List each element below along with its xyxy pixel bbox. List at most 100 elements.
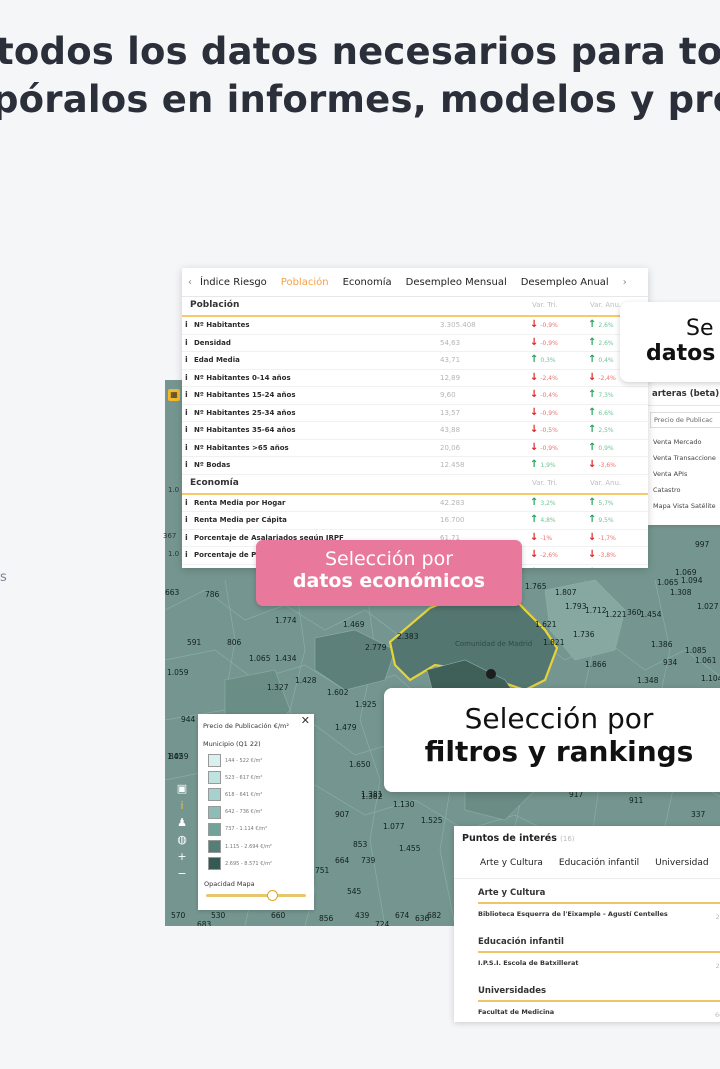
map-edge-number: 367	[163, 532, 177, 540]
var-anu-value: -3,8%	[598, 552, 616, 559]
map-price-label: 1.065	[249, 654, 271, 663]
arrow-up-icon: ↑	[588, 389, 597, 400]
layer-option[interactable]: Venta Mercado	[648, 432, 720, 452]
legend-close-icon[interactable]: ✕	[301, 714, 310, 727]
var-tri-value: -0,4%	[540, 392, 558, 399]
info-icon[interactable]: i	[174, 797, 190, 814]
var-tri-value: -0,9%	[540, 322, 558, 329]
callout-line-1: Selección por	[464, 702, 654, 735]
info-icon[interactable]: i	[185, 408, 188, 417]
tab-economia[interactable]: Economía	[343, 277, 392, 288]
legend-item: 618 - 641 €/m²	[198, 786, 314, 803]
legend-label: 2.695 - 8.571 €/m²	[225, 860, 272, 867]
var-anu: ↑ 2,6%	[588, 337, 614, 348]
var-tri: ↑ 0,3%	[530, 354, 556, 365]
tabs-prev-icon[interactable]: ‹	[188, 277, 192, 288]
map-price-label: 1.866	[585, 660, 607, 669]
info-icon[interactable]: i	[185, 515, 188, 524]
row-label: Nº Habitantes 15-24 años	[194, 391, 296, 399]
info-icon[interactable]: i	[185, 498, 188, 507]
zoom-in-icon[interactable]: +	[174, 848, 190, 865]
row-value: 12.458	[440, 461, 465, 469]
map-price-label: 337	[691, 810, 706, 819]
arrow-down-icon: ↓	[530, 336, 539, 348]
map-price-label: 842	[169, 752, 184, 761]
indicator-tabs: ‹ Índice Riesgo Población Economía Desem…	[182, 268, 648, 297]
zoom-out-icon[interactable]: −	[174, 865, 190, 882]
var-tri: ↓ -1%	[530, 532, 552, 543]
layer-option[interactable]: Venta APIs	[648, 468, 720, 484]
poi-item[interactable]: Facultat de Medicina 66 r	[478, 1008, 720, 1022]
legend-item: 642 - 736 €/m²	[198, 804, 314, 821]
var-tri-value: -2,4%	[540, 374, 558, 382]
tabs-next-icon[interactable]: ›	[623, 277, 627, 288]
table-row[interactable]: i Nº Bodas 12.458 ↑ 1,9% ↓ -3,6%	[182, 457, 648, 475]
info-icon[interactable]: i	[185, 320, 188, 329]
var-anu-value: -2,4%	[598, 374, 616, 382]
row-value: 13,57	[440, 408, 461, 417]
poi-item-name: Facultat de Medicina	[478, 1008, 555, 1016]
callout-datos-economicos: Selección por datos económicos	[256, 540, 522, 606]
var-anu: ↑ 0,9%	[588, 442, 614, 453]
tab-desempleo-anual[interactable]: Desempleo Anual	[521, 277, 609, 288]
info-icon[interactable]: i	[185, 390, 188, 399]
map-price-label: 856	[319, 914, 334, 923]
map-price-label: 1.308	[670, 588, 692, 597]
legend-swatch	[208, 857, 221, 871]
poi-category: Arte y Cultura	[478, 888, 720, 904]
var-tri: ↓-10,1%	[530, 567, 562, 569]
poi-tab-arte[interactable]: Arte y Cultura	[480, 858, 543, 878]
info-icon[interactable]: i	[185, 373, 188, 382]
row-label: Nº Habitantes >65 años	[194, 443, 289, 452]
layers-panel: arteras (beta) Precio de Publicac Venta …	[648, 380, 720, 525]
layer-option[interactable]: Venta Transaccione	[648, 452, 720, 468]
info-icon[interactable]: i	[185, 550, 188, 559]
poi-tab-universidad[interactable]: Universidad	[655, 858, 709, 878]
table-row[interactable]: i Nº Habitantes 35-64 años 43,88 ↓ -0,5% ↑ 2,5…	[182, 422, 648, 440]
info-icon[interactable]: i	[185, 355, 188, 364]
var-tri-value: -0,9%	[540, 339, 558, 347]
var-tri-value: -0,5%	[540, 427, 558, 434]
info-icon[interactable]: i	[185, 443, 188, 452]
info-icon[interactable]: i	[185, 425, 188, 434]
legend-swatch	[208, 754, 221, 768]
globe-icon[interactable]: ◍	[174, 831, 190, 848]
legend-label: 618 - 641 €/m²	[225, 791, 263, 798]
table-row[interactable]: i Densidad 54,63 ↓ -0,9% ↑ 2,6%	[182, 335, 648, 352]
opacity-slider[interactable]	[206, 890, 306, 901]
map-layer-icon[interactable]: ▦	[168, 389, 180, 401]
poi-item[interactable]: Biblioteca Esquerra de l'Eixample - Agus…	[478, 910, 720, 928]
save-icon[interactable]: ▣	[174, 780, 190, 797]
table-row[interactable]: i Renta Media per Cápita 16.700 ↑ 4,8% ↑ 9,5%	[182, 512, 648, 530]
map-price-label: 591	[187, 638, 202, 647]
layers-select[interactable]: Precio de Publicac	[650, 412, 720, 428]
info-icon[interactable]: i	[185, 533, 188, 542]
info-icon[interactable]: i	[185, 338, 188, 347]
row-label: Renta Media por Hogar	[194, 498, 286, 507]
callout-filtros-rankings: Selección por filtros y rankings	[384, 688, 720, 792]
table-row[interactable]: i Nº Habitantes 0-14 años 12,89 ↓ -2,4% ↓ -2,4…	[182, 370, 648, 387]
row-value: 9,60	[440, 391, 456, 399]
table-row[interactable]: i Nº Habitantes 25-34 años 13,57 ↓ -0,9% ↑ 6,6…	[182, 405, 648, 422]
table-row[interactable]: i Nº Habitantes 3.305.408 ↓ -0,9% ↑ 2,6%	[182, 317, 648, 335]
table-row[interactable]: i Nº Habitantes >65 años 20,06 ↓ -0,9% ↑ 0,9%	[182, 440, 648, 457]
table-row[interactable]: i Renta Media por Hogar 42.283 ↑ 3,2% ↑ 5,7%	[182, 495, 648, 512]
table-row[interactable]: i Nº Habitantes 15-24 años 9,60 ↓ -0,4% ↑ 7,3%	[182, 387, 648, 405]
info-icon[interactable]: i	[185, 460, 188, 469]
arrow-up-icon: ↑	[588, 441, 597, 453]
info-icon[interactable]: i	[185, 568, 188, 569]
tab-desempleo-mensual[interactable]: Desempleo Mensual	[406, 277, 507, 288]
poi-item-name: I.P.S.I. Escola de Batxillerat	[478, 959, 579, 967]
layer-option[interactable]: Mapa Vista Satélite	[648, 500, 720, 516]
person-icon[interactable]: ♟	[174, 814, 190, 831]
layer-option[interactable]: Catastro	[648, 484, 720, 500]
map-price-label: 1.065	[657, 578, 679, 587]
arrow-up-icon: ↑	[530, 496, 539, 508]
map-price-label: 664	[335, 856, 350, 865]
table-row[interactable]: i Edad Media 43,71 ↑ 0,3% ↑ 0,4%	[182, 352, 648, 370]
poi-tab-educacion[interactable]: Educación infantil	[559, 858, 639, 878]
tab-indice-riesgo[interactable]: Índice Riesgo	[200, 277, 267, 288]
tab-poblacion[interactable]: Población	[281, 277, 329, 288]
opacity-slider-handle[interactable]	[267, 890, 278, 901]
poi-item[interactable]: I.P.S.I. Escola de Batxillerat 270	[478, 959, 720, 977]
